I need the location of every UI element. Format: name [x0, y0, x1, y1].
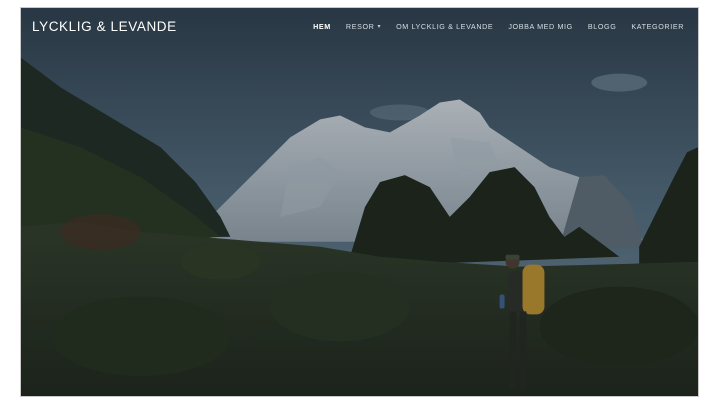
top-navigation-bar: LYCKLIG & LEVANDE HEM RESOR ▾ OM LYCKLIG… [21, 8, 698, 44]
nav-item-kategorier[interactable]: KATEGORIER [631, 22, 684, 31]
chevron-down-icon: ▾ [377, 23, 382, 30]
nav-item-hem[interactable]: HEM [313, 22, 331, 31]
site-logo-title[interactable]: LYCKLIG & LEVANDE [32, 19, 177, 34]
main-nav: HEM RESOR ▾ OM LYCKLIG & LEVANDE JOBBA M… [298, 22, 684, 31]
nav-item-om[interactable]: OM LYCKLIG & LEVANDE [396, 22, 493, 31]
hero-image [21, 8, 698, 396]
nav-item-resor[interactable]: RESOR ▾ [346, 22, 381, 31]
page-frame: LYCKLIG & LEVANDE HEM RESOR ▾ OM LYCKLIG… [20, 7, 699, 397]
nav-item-jobba[interactable]: JOBBA MED MIG [508, 22, 573, 31]
nav-item-resor-label: RESOR [345, 21, 375, 31]
nav-item-blogg[interactable]: BLOGG [588, 22, 617, 31]
